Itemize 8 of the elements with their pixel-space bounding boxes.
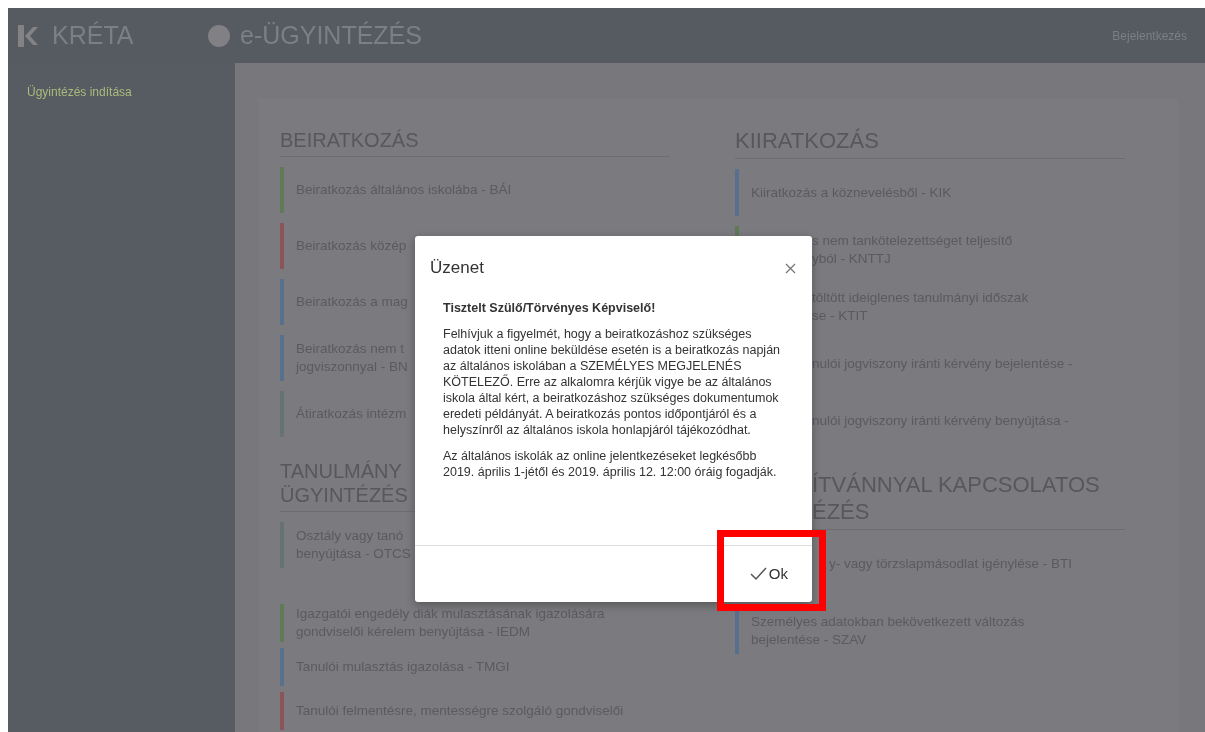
check-icon bbox=[749, 567, 767, 581]
close-icon bbox=[785, 262, 796, 274]
logo-icon bbox=[18, 24, 38, 47]
greeting-text: Tisztelt Szülő/Törvényes Képviselő! bbox=[443, 300, 657, 316]
message-paragraph: Felhívjuk a figyelmét, hogy a beiratkozáshoz szükséges adatok itteni online beküldése esetén is a beiratkozás napján az általános iskolában a SZEMÉLYES MEGJELENÉS KÖTELEZŐ. Erre az alkalomra kérjük vigye be az általános iskola által kért, a beiratkozáshoz szükséges dokumentumok eredeti példányát. A beiratkozás pontos időpontjáról és a helyszínről az általános iskola honlapjáról tájékozódhat. bbox=[443, 326, 782, 438]
circle-icon bbox=[208, 24, 230, 47]
sidebar-item[interactable]: Ügyintézés indítása bbox=[8, 83, 235, 101]
dialog-title: Üzenet bbox=[430, 257, 484, 280]
